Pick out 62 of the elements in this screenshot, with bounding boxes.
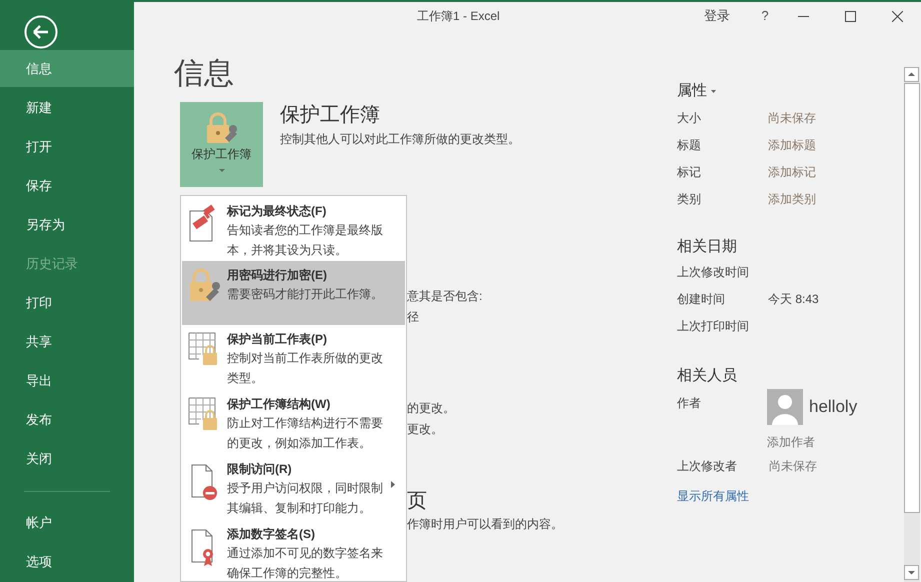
body-text: 的更改。 [407, 401, 456, 416]
lock-key-icon [188, 267, 222, 303]
sidebar-item[interactable]: 导出 [0, 362, 134, 399]
sidebar-item[interactable]: 打印 [0, 284, 134, 321]
property-value[interactable]: 添加类别 [768, 190, 816, 208]
sidebar-item[interactable]: 信息 [0, 50, 134, 87]
body-text: 径 [407, 310, 420, 325]
protect-workbook-button[interactable]: 保护工作簿 [180, 102, 263, 187]
property-value: 尚未保存 [769, 458, 817, 474]
body-text: 作簿时用户可以看到的内容。 [407, 517, 564, 532]
sidebar-item[interactable]: 关闭 [0, 440, 134, 477]
caret-icon[interactable] [711, 90, 716, 93]
section-heading: 相关日期 [677, 236, 738, 256]
sidebar-item[interactable]: 保存 [0, 167, 134, 204]
sidebar-item[interactable]: 共享 [0, 323, 134, 360]
sidebar-item[interactable]: 帐户 [0, 504, 134, 541]
author-name: helloly [809, 396, 858, 418]
help-button[interactable]: ? [752, 6, 778, 26]
submenu-arrow-icon [391, 481, 395, 488]
property-value[interactable]: 尚未保存 [768, 108, 816, 126]
scroll-up-icon[interactable] [904, 67, 919, 82]
property-label: 上次修改时间 [677, 264, 750, 280]
section-heading: 相关人员 [677, 366, 738, 386]
section-heading: 属性 [677, 81, 707, 101]
page-title: 信息 [174, 56, 235, 92]
property-label: 上次打印时间 [677, 318, 750, 334]
sidebar-item[interactable]: 发布 [0, 401, 134, 438]
sheet-lock-icon [188, 331, 220, 367]
body-text: 意其是否包含: [407, 289, 484, 304]
body-text: 更改。 [407, 422, 444, 437]
sign-in-link[interactable]: 登录 [704, 6, 730, 26]
back-icon[interactable] [24, 15, 58, 49]
property-label: 上次修改者 [677, 458, 738, 474]
section-heading: 保护工作簿 [280, 103, 381, 127]
avatar-icon [767, 388, 803, 424]
caret-icon [218, 169, 224, 172]
property-label: 类别 [677, 190, 702, 208]
section-description: 控制其他人可以对此工作簿所做的更改类型。 [280, 131, 520, 148]
add-author-link[interactable]: 添加作者 [767, 432, 858, 450]
sidebar-item[interactable]: 另存为 [0, 206, 134, 243]
scrollbar[interactable] [904, 67, 920, 582]
sidebar-item[interactable]: 选项 [0, 543, 134, 580]
maximize-icon[interactable] [845, 10, 856, 22]
property-value[interactable]: 添加标题 [768, 136, 816, 154]
property-label: 大小 [677, 110, 702, 126]
show-all-properties-link[interactable]: 显示所有属性 [677, 486, 904, 504]
property-value: 今天 8:43 [768, 290, 819, 308]
scroll-down-icon[interactable] [904, 565, 919, 580]
menu-item[interactable]: 用密码进行加密(E) 需要密码才能打开此工作簿。 [182, 261, 405, 325]
property-label: 标题 [677, 136, 702, 154]
property-label: 作者 [677, 394, 702, 412]
section-heading: 页 [407, 489, 428, 513]
window-title: 工作簿1 - Excel [417, 8, 500, 25]
property-label: 标记 [677, 164, 702, 180]
scroll-thumb[interactable] [904, 83, 920, 513]
lock-key-icon [204, 112, 238, 144]
sheet-lock-icon [188, 396, 220, 432]
close-icon[interactable] [892, 10, 903, 22]
sidebar-item[interactable]: 新建 [0, 89, 134, 126]
property-label: 创建时间 [677, 290, 726, 308]
sidebar-item[interactable]: 打开 [0, 128, 134, 165]
property-value[interactable]: 添加标记 [768, 162, 816, 180]
